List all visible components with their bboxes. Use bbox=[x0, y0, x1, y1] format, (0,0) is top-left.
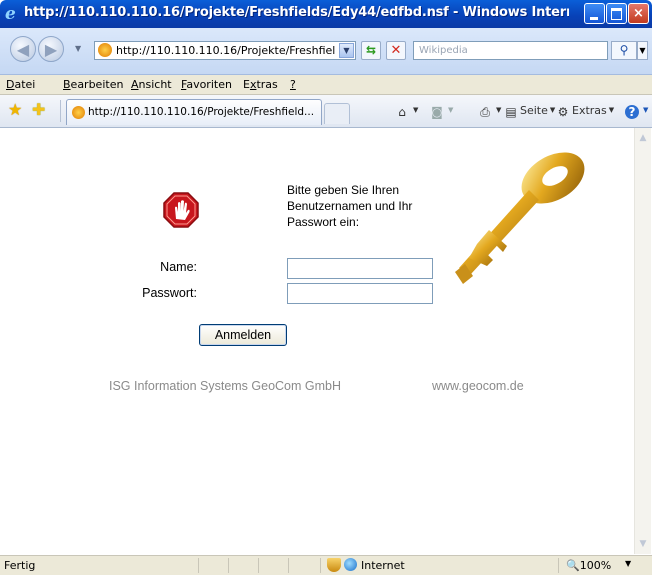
maximize-icon bbox=[611, 8, 622, 20]
rss-feed-icon: ◙ bbox=[431, 105, 443, 119]
tab-label: http://110.110.110.16/Projekte/Freshfiel… bbox=[88, 106, 315, 118]
address-toolbar: ◀ ▶ ▼ http://110.110.110.16/Projekte/Fre… bbox=[0, 28, 652, 75]
minimize-button[interactable] bbox=[584, 3, 605, 24]
page-content: Bitte geben Sie Ihren Benutzernamen und … bbox=[1, 128, 634, 554]
page-menu-button[interactable]: ▤ Seite ▼ bbox=[504, 104, 555, 119]
status-bar: Fertig Internet 🔍100% ▼ bbox=[0, 555, 652, 575]
search-button[interactable]: ⚲ bbox=[611, 41, 637, 60]
status-divider bbox=[198, 558, 199, 573]
protected-mode-shield-icon[interactable] bbox=[327, 558, 341, 572]
feeds-button[interactable]: ◙ ▼ bbox=[430, 104, 453, 119]
status-divider bbox=[558, 558, 559, 573]
address-dropdown-button[interactable]: ▼ bbox=[339, 43, 354, 58]
magnifier-icon: 🔍 bbox=[566, 559, 580, 572]
site-favicon-icon bbox=[98, 43, 112, 57]
forward-button[interactable]: ▶ bbox=[38, 36, 64, 62]
search-icon: ⚲ bbox=[619, 43, 629, 57]
globe-icon bbox=[344, 558, 357, 571]
search-input[interactable]: Wikipedia bbox=[413, 41, 608, 60]
search-options-dropdown[interactable]: ▼ bbox=[637, 41, 648, 60]
company-website: www.geocom.de bbox=[432, 379, 524, 393]
password-label: Passwort: bbox=[142, 286, 197, 300]
help-button[interactable]: ? ▼ bbox=[625, 104, 648, 119]
toolbar-separator bbox=[60, 100, 61, 122]
window-title: http://110.110.110.16/Projekte/Freshfiel… bbox=[24, 5, 569, 20]
password-field[interactable] bbox=[287, 283, 433, 304]
new-tab-button[interactable] bbox=[324, 103, 350, 124]
login-prompt: Bitte geben Sie Ihren Benutzernamen und … bbox=[287, 183, 413, 229]
status-divider bbox=[288, 558, 289, 573]
menu-item-help[interactable]: ? bbox=[290, 78, 296, 91]
forward-arrow-icon: ▶ bbox=[44, 40, 58, 59]
menu-item-bearbeiten[interactable]: Bearbeiten bbox=[63, 78, 123, 91]
home-button[interactable]: ⌂ ▼ bbox=[395, 104, 418, 119]
address-url[interactable]: http://110.110.110.16/Projekte/Freshfiel… bbox=[116, 44, 336, 57]
close-button[interactable]: × bbox=[628, 3, 649, 24]
login-button[interactable]: Anmelden bbox=[199, 324, 287, 346]
security-zone[interactable]: Internet bbox=[344, 558, 405, 572]
status-divider bbox=[258, 558, 259, 573]
tools-menu-button[interactable]: ⚙ Extras ▼ bbox=[556, 104, 615, 119]
status-divider bbox=[228, 558, 229, 573]
stop-icon: ✕ bbox=[390, 43, 402, 58]
golden-key-icon bbox=[455, 152, 585, 284]
menu-item-datei[interactable]: Datei bbox=[6, 78, 35, 91]
status-divider bbox=[320, 558, 321, 573]
status-text: Fertig bbox=[4, 559, 36, 572]
title-bar: e http://110.110.110.16/Projekte/Freshfi… bbox=[0, 0, 652, 28]
menu-item-ansicht[interactable]: Ansicht bbox=[131, 78, 172, 91]
internet-explorer-icon: e bbox=[5, 4, 16, 24]
gear-icon: ⚙ bbox=[557, 105, 569, 119]
tab-favicon-icon bbox=[72, 106, 85, 119]
minimize-icon bbox=[590, 17, 598, 20]
tab-current-page[interactable]: http://110.110.110.16/Projekte/Freshfiel… bbox=[66, 99, 322, 125]
back-arrow-icon: ◀ bbox=[16, 40, 30, 59]
username-field[interactable] bbox=[287, 258, 433, 279]
stop-hand-icon bbox=[163, 192, 199, 228]
printer-icon: ⎙ bbox=[480, 105, 490, 119]
maximize-button[interactable] bbox=[606, 3, 627, 24]
page-icon: ▤ bbox=[505, 105, 517, 119]
menu-item-extras[interactable]: Extras bbox=[243, 78, 278, 91]
menu-bar: Datei Bearbeiten Ansicht Favoriten Extra… bbox=[0, 75, 652, 95]
stop-button[interactable]: ✕ bbox=[386, 41, 406, 60]
name-label: Name: bbox=[160, 260, 197, 274]
print-button[interactable]: ⎙ ▼ bbox=[478, 104, 501, 119]
zoom-dropdown-icon[interactable]: ▼ bbox=[625, 559, 631, 568]
company-name: ISG Information Systems GeoCom GmbH bbox=[109, 379, 342, 393]
vertical-scrollbar[interactable]: ▲ ▼ bbox=[634, 128, 651, 554]
close-icon: × bbox=[633, 6, 644, 21]
zoom-level[interactable]: 🔍100% bbox=[566, 559, 611, 572]
refresh-button[interactable]: ⇆ bbox=[361, 41, 381, 60]
scroll-down-icon[interactable]: ▼ bbox=[636, 536, 650, 552]
home-icon: ⌂ bbox=[398, 105, 406, 119]
recent-pages-dropdown[interactable]: ▼ bbox=[75, 44, 81, 53]
favorites-star-icon[interactable]: ★ bbox=[8, 102, 22, 118]
menu-item-favoriten[interactable]: Favoriten bbox=[181, 78, 232, 91]
back-button[interactable]: ◀ bbox=[10, 36, 36, 62]
add-favorite-icon[interactable]: ✚ bbox=[32, 102, 45, 118]
address-bar[interactable]: http://110.110.110.16/Projekte/Freshfiel… bbox=[94, 41, 356, 60]
tab-toolbar: ★ ✚ http://110.110.110.16/Projekte/Fresh… bbox=[0, 95, 652, 128]
refresh-icon: ⇆ bbox=[365, 43, 377, 57]
help-icon: ? bbox=[625, 105, 639, 119]
scroll-up-icon[interactable]: ▲ bbox=[636, 130, 650, 146]
